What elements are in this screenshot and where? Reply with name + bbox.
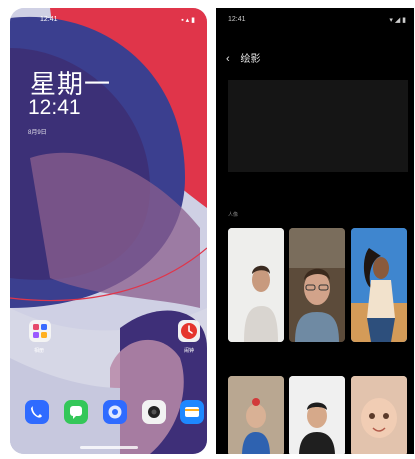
- portrait-photo-image: [228, 376, 284, 454]
- status-time: 12:41: [40, 16, 58, 23]
- status-bar: 12:41 ▾ ◢ ▮: [216, 16, 414, 30]
- messages-icon: [70, 406, 82, 419]
- status-icons: ▾ ◢ ▮: [389, 17, 406, 24]
- clock-app-icon: [181, 323, 197, 339]
- clock-app[interactable]: [178, 320, 200, 342]
- portrait-photo-image: [351, 228, 407, 342]
- portrait-page: 12:41 ▾ ◢ ▮ ‹ 绘影 人像: [216, 8, 414, 454]
- screenshot: 12:41 ▪ ▴ ▮ 星期一 12:41 8月9日 相册 闹钟 12:41 ▾…: [0, 0, 415, 459]
- gallery-app[interactable]: [29, 320, 51, 342]
- portrait-photo[interactable]: [289, 228, 345, 342]
- messages-app[interactable]: [64, 400, 88, 424]
- camera-icon: [148, 406, 160, 418]
- status-icons: ▪ ▴ ▮: [181, 17, 195, 24]
- portrait-photo[interactable]: [228, 228, 284, 342]
- status-bar: 12:41 ▪ ▴ ▮: [10, 16, 207, 30]
- page-header: ‹ 绘影: [226, 50, 260, 65]
- portrait-photo-image: [289, 228, 345, 342]
- lock-screen: 12:41 ▪ ▴ ▮ 星期一 12:41 8月9日 相册 闹钟: [10, 8, 207, 454]
- section-label-portrait: 人像: [228, 212, 239, 218]
- portrait-photo[interactable]: [351, 376, 407, 454]
- dock: [10, 400, 207, 434]
- portrait-photo-image: [351, 376, 407, 454]
- portrait-photo[interactable]: [351, 228, 407, 342]
- gallery-app-label: 相册: [34, 348, 45, 354]
- browser-icon: [108, 405, 122, 419]
- portrait-photo-image: [228, 228, 284, 342]
- phone-icon: [31, 406, 42, 418]
- home-indicator[interactable]: [80, 446, 138, 449]
- wallet-icon: [185, 407, 199, 417]
- portrait-photo[interactable]: [228, 376, 284, 454]
- browser-app[interactable]: [103, 400, 127, 424]
- page-title: 绘影: [240, 54, 261, 65]
- portrait-photo-image: [289, 376, 345, 454]
- camera-app[interactable]: [142, 400, 166, 424]
- portrait-photo[interactable]: [289, 376, 345, 454]
- date: 8月9日: [28, 130, 47, 136]
- gallery-icon: [33, 324, 47, 338]
- phone-app[interactable]: [25, 400, 49, 424]
- clock: 12:41: [28, 96, 81, 119]
- status-time: 12:41: [228, 16, 246, 23]
- intro-banner: [228, 80, 408, 172]
- clock-app-label: 闹钟: [184, 348, 195, 354]
- wallet-app[interactable]: [180, 400, 204, 424]
- back-arrow-icon[interactable]: ‹: [226, 53, 230, 65]
